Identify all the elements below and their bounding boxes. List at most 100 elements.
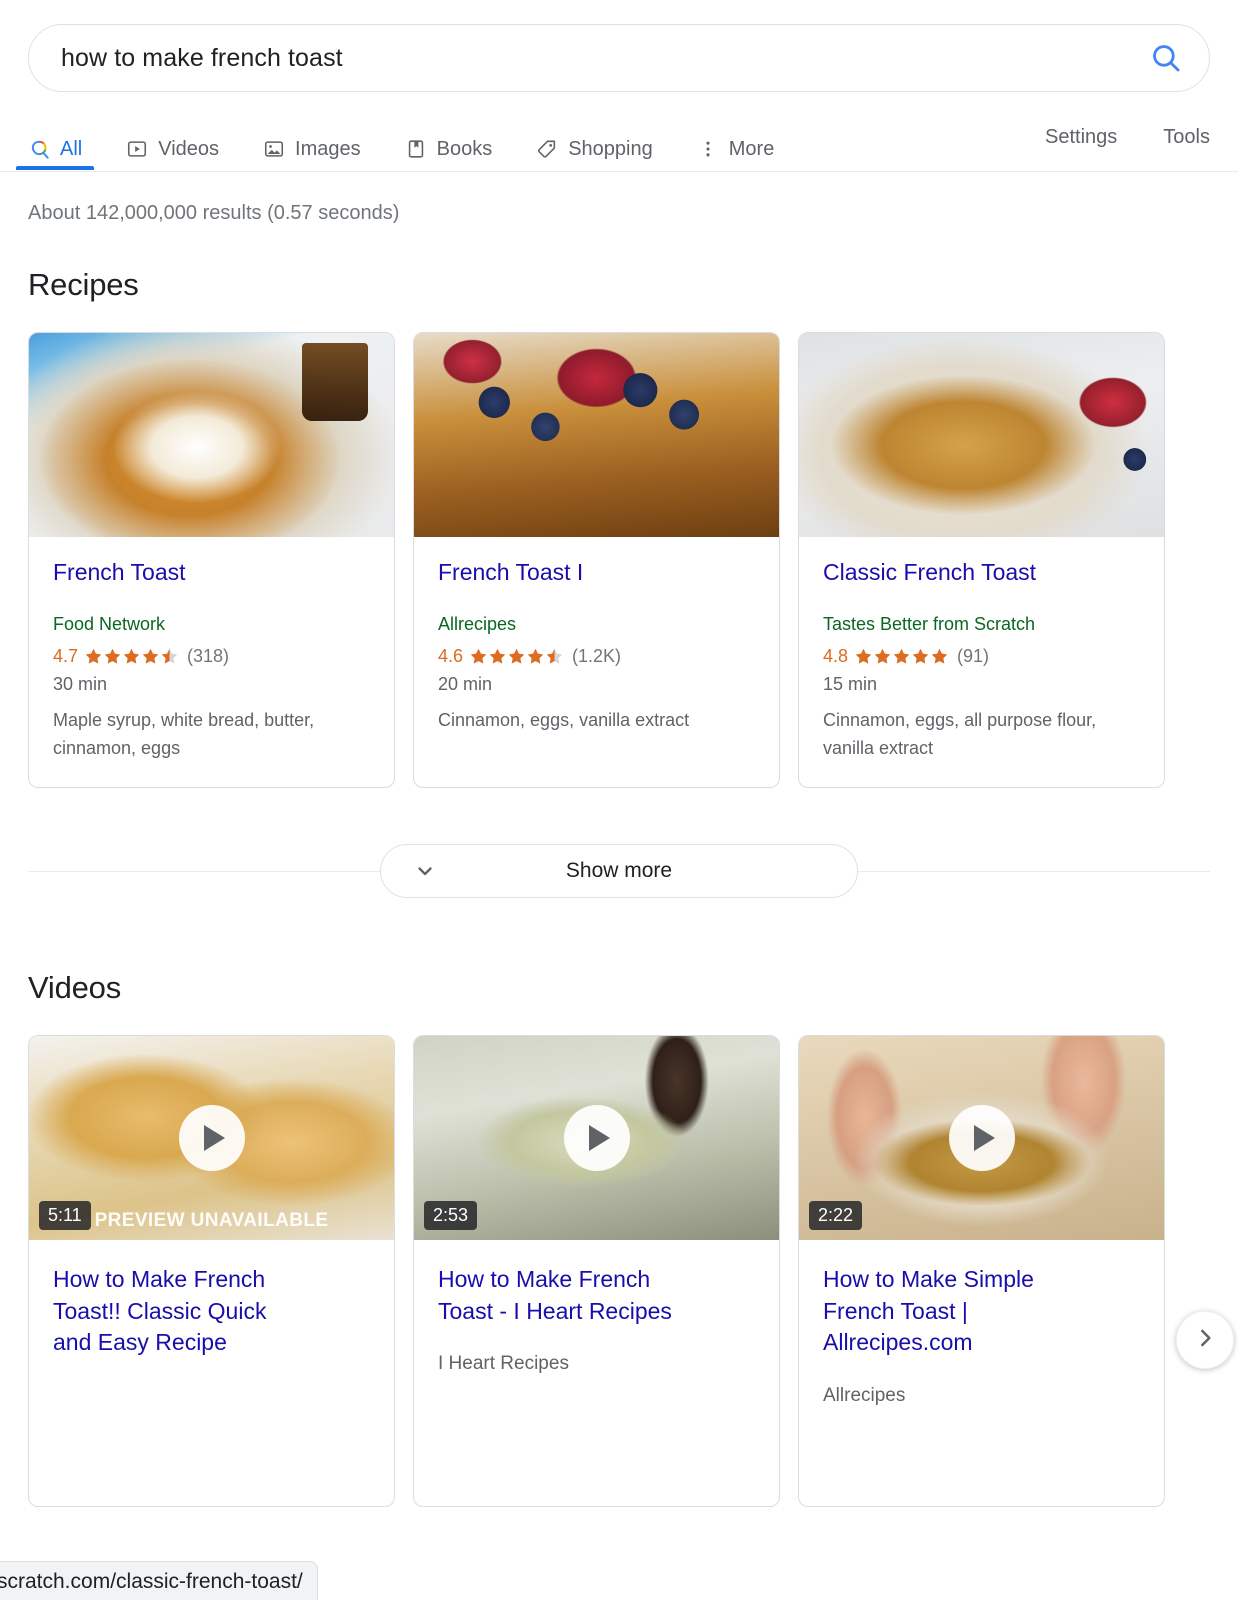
image-icon — [263, 138, 285, 160]
video-thumbnail[interactable]: 5:11 PREVIEW UNAVAILABLE — [29, 1036, 394, 1241]
recipe-image[interactable] — [414, 333, 779, 537]
star-rating-icons — [854, 647, 949, 666]
video-card-body: How to Make Simple French Toast | Allrec… — [799, 1240, 1164, 1506]
book-icon — [405, 138, 427, 160]
star-full-icon — [470, 648, 487, 664]
video-card[interactable]: 5:11 PREVIEW UNAVAILABLE How to Make Fre… — [28, 1035, 395, 1508]
rating-value: 4.8 — [823, 646, 849, 667]
show-more-button[interactable]: Show more — [380, 844, 858, 899]
star-full-icon — [527, 648, 544, 664]
google-search-results-page: how to make french toast All Videos Imag… — [0, 0, 1238, 1600]
tab-books[interactable]: Books — [405, 114, 493, 170]
video-icon — [126, 138, 148, 160]
star-full-icon — [104, 648, 121, 664]
star-half-icon — [161, 648, 178, 664]
video-thumbnail[interactable]: 2:53 — [414, 1036, 779, 1241]
video-card[interactable]: 2:53 How to Make French Toast - I Heart … — [413, 1035, 780, 1508]
videos-card-row: 5:11 PREVIEW UNAVAILABLE How to Make Fre… — [0, 1035, 1238, 1508]
show-more-container: Show more — [28, 844, 1210, 899]
google-search-icon — [28, 138, 50, 160]
play-icon[interactable] — [178, 1105, 245, 1172]
star-full-icon — [489, 648, 506, 664]
search-input[interactable]: how to make french toast — [61, 45, 1149, 71]
tab-shopping-label: Shopping — [568, 137, 653, 160]
show-more-label: Show more — [565, 859, 673, 883]
recipe-title-link[interactable]: French Toast I — [438, 559, 755, 587]
recipe-rating: 4.8 (91) — [823, 646, 1140, 667]
video-title-link[interactable]: How to Make Simple French Toast | Allrec… — [823, 1264, 1068, 1359]
video-duration-badge: 2:53 — [424, 1201, 478, 1231]
play-icon[interactable] — [948, 1105, 1015, 1172]
tab-all[interactable]: All — [15, 114, 95, 170]
tab-more-label: More — [728, 137, 775, 160]
recipe-source: Food Network — [53, 613, 166, 634]
recipe-card-body: Classic French Toast Tastes Better from … — [799, 537, 1164, 787]
star-full-icon — [142, 648, 159, 664]
recipe-source: Allrecipes — [438, 613, 517, 634]
recipe-card[interactable]: Classic French Toast Tastes Better from … — [798, 332, 1165, 789]
recipe-ingredients: Cinnamon, eggs, vanilla extract — [438, 710, 690, 731]
review-count: (91) — [957, 646, 990, 667]
video-card[interactable]: 2:22 How to Make Simple French Toast | A… — [798, 1035, 1165, 1508]
result-stats: About 142,000,000 results (0.57 seconds) — [28, 202, 400, 224]
tools-button[interactable]: Tools — [1163, 127, 1210, 147]
settings-button[interactable]: Settings — [1045, 127, 1117, 147]
carousel-next-button[interactable] — [1176, 1311, 1234, 1370]
video-card-body: How to Make French Toast!! Classic Quick… — [29, 1240, 394, 1506]
recipe-cook-time: 30 min — [53, 674, 108, 695]
recipe-card-body: French Toast I Allrecipes 4.6 (1.2K) 20 … — [414, 537, 779, 759]
tab-books-label: Books — [436, 137, 493, 160]
recipe-cook-time: 15 min — [823, 674, 878, 695]
preview-unavailable-overlay: PREVIEW UNAVAILABLE — [94, 1210, 329, 1232]
tab-shopping[interactable]: Shopping — [536, 114, 653, 170]
video-publisher: Allrecipes — [823, 1384, 906, 1406]
review-count: (1.2K) — [572, 646, 622, 667]
star-half-icon — [546, 648, 563, 664]
star-full-icon — [85, 648, 102, 664]
nav-right-actions: Settings Tools — [999, 114, 1210, 147]
recipes-heading: Recipes — [28, 267, 139, 302]
recipe-cook-time: 20 min — [438, 674, 493, 695]
rating-value: 4.6 — [438, 646, 464, 667]
recipe-ingredients: Maple syrup, white bread, butter, cinnam… — [53, 710, 315, 759]
tab-videos-label: Videos — [158, 137, 220, 160]
recipe-source: Tastes Better from Scratch — [823, 613, 1036, 634]
search-box[interactable]: how to make french toast — [28, 24, 1210, 92]
tab-videos[interactable]: Videos — [126, 114, 219, 170]
review-count: (318) — [187, 646, 230, 667]
video-title-link[interactable]: How to Make French Toast - I Heart Recip… — [438, 1264, 683, 1327]
tab-more[interactable]: More — [697, 114, 775, 170]
chevron-down-icon — [413, 859, 437, 883]
tab-images[interactable]: Images — [263, 114, 361, 170]
search-nav-bar: All Videos Images Books Shopping More Se… — [0, 114, 1238, 172]
recipe-title-link[interactable]: Classic French Toast — [823, 559, 1140, 587]
videos-heading: Videos — [28, 970, 122, 1006]
star-full-icon — [508, 648, 525, 664]
status-bar-url: scratch.com/classic-french-toast/ — [0, 1561, 318, 1600]
star-full-icon — [912, 648, 929, 664]
star-full-icon — [874, 648, 891, 664]
recipe-image[interactable] — [29, 333, 394, 537]
videos-section: Videos 5:11 PREVIEW UNAVAILABLE How to M… — [0, 970, 1238, 1508]
tag-icon — [536, 138, 558, 160]
star-full-icon — [931, 648, 948, 664]
video-duration-badge: 2:22 — [809, 1201, 863, 1231]
chevron-right-icon — [1192, 1325, 1218, 1356]
recipe-image[interactable] — [799, 333, 1164, 537]
star-full-icon — [855, 648, 872, 664]
play-icon[interactable] — [563, 1105, 630, 1172]
tab-all-label: All — [60, 137, 83, 160]
video-title-link[interactable]: How to Make French Toast!! Classic Quick… — [53, 1264, 298, 1359]
recipe-card[interactable]: French Toast I Allrecipes 4.6 (1.2K) 20 … — [413, 332, 780, 789]
syrup-cup-decor — [302, 343, 368, 421]
star-rating-icons — [84, 647, 179, 666]
recipe-title-link[interactable]: French Toast — [53, 559, 370, 587]
star-full-icon — [123, 648, 140, 664]
search-icon[interactable] — [1149, 41, 1183, 75]
video-publisher: I Heart Recipes — [438, 1353, 569, 1375]
recipes-card-row: French Toast Food Network 4.7 (318) 30 m… — [0, 332, 1238, 789]
recipe-ingredients: Cinnamon, eggs, all purpose flour, vanil… — [823, 710, 1097, 759]
star-rating-icons — [469, 647, 564, 666]
recipe-card[interactable]: French Toast Food Network 4.7 (318) 30 m… — [28, 332, 395, 789]
video-thumbnail[interactable]: 2:22 — [799, 1036, 1164, 1241]
